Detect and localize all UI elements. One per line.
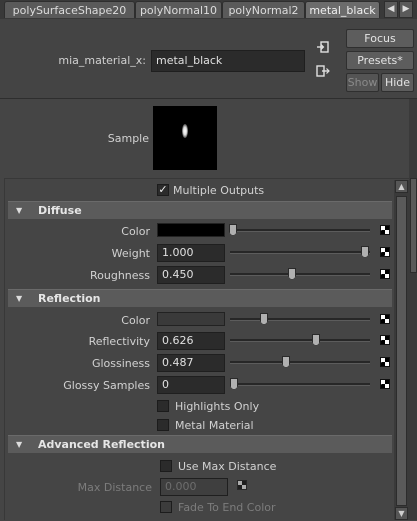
glossy-samples-field[interactable]: 0 (157, 376, 225, 394)
glossiness-label: Glossiness (91, 357, 150, 370)
outer-scrollbar[interactable] (409, 99, 417, 520)
glossiness-slider[interactable] (230, 361, 370, 364)
tab-polynormal2[interactable]: polyNormal2 (222, 1, 305, 18)
metal-material-checkbox[interactable] (157, 419, 169, 431)
glossy-samples-slider[interactable] (230, 383, 370, 386)
tab-polynormal10[interactable]: polyNormal10 (135, 1, 222, 18)
diffuse-weight-label: Weight (111, 247, 150, 260)
reflectivity-field[interactable]: 0.626 (157, 332, 225, 350)
diffuse-color-map-icon[interactable] (380, 225, 390, 235)
diffuse-color-swatch[interactable] (157, 223, 225, 237)
diffuse-color-label: Color (121, 225, 150, 238)
diffuse-roughness-label: Roughness (89, 269, 150, 282)
hide-button[interactable]: Hide (381, 73, 414, 92)
reflectivity-map-icon[interactable] (380, 335, 390, 345)
sample-swatch[interactable] (153, 106, 217, 170)
tab-polysurfaceshape20[interactable]: polySurfaceShape20 (4, 1, 135, 18)
tab-bar: polySurfaceShape20 polyNormal10 polyNorm… (0, 0, 417, 19)
multiple-outputs-label: Multiple Outputs (173, 184, 265, 197)
metal-material-label: Metal Material (175, 419, 254, 432)
use-max-distance-checkbox[interactable] (160, 460, 172, 472)
inner-scroll-up-icon[interactable]: ▲ (395, 180, 408, 193)
diffuse-weight-map-icon[interactable] (380, 247, 390, 257)
inner-scroll-thumb[interactable] (396, 196, 407, 506)
collapse-icon: ▼ (16, 294, 23, 303)
glossy-samples-label: Glossy Samples (63, 379, 150, 392)
inner-scroll-down-icon[interactable]: ▼ (395, 507, 408, 520)
tab-scroll-right-icon[interactable]: ▶ (399, 1, 413, 18)
reflection-color-label: Color (121, 314, 150, 327)
diffuse-roughness-slider[interactable] (230, 273, 370, 276)
tab-metal-black[interactable]: metal_black (305, 1, 380, 18)
glossiness-field[interactable]: 0.487 (157, 354, 225, 372)
reflectivity-slider[interactable] (230, 339, 370, 342)
tab-scroll-left-icon[interactable]: ◀ (384, 1, 398, 18)
node-type-label: mia_material_x: (58, 54, 146, 67)
presets-button[interactable]: Presets* (346, 51, 414, 70)
glossiness-map-icon[interactable] (380, 357, 390, 367)
input-connection-icon[interactable] (316, 40, 330, 54)
diffuse-roughness-map-icon[interactable] (380, 269, 390, 279)
reflectivity-label: Reflectivity (88, 335, 150, 348)
sample-highlight (182, 124, 188, 138)
fade-to-end-color-checkbox[interactable] (160, 501, 172, 513)
show-button[interactable]: Show (346, 73, 379, 92)
use-max-distance-label: Use Max Distance (178, 460, 277, 473)
reflection-section-title: Reflection (38, 292, 101, 305)
diffuse-weight-slider[interactable] (230, 251, 370, 254)
max-distance-field[interactable]: 0.000 (160, 478, 228, 496)
diffuse-weight-field[interactable]: 1.000 (157, 244, 225, 262)
highlights-only-label: Highlights Only (175, 400, 260, 413)
focus-button[interactable]: Focus (346, 29, 414, 48)
diffuse-roughness-field[interactable]: 0.450 (157, 266, 225, 284)
reflection-color-swatch[interactable] (157, 312, 225, 326)
collapse-icon: ▼ (16, 206, 23, 215)
fade-to-end-color-label: Fade To End Color (178, 501, 276, 514)
advanced-reflection-section-title: Advanced Reflection (38, 438, 165, 451)
diffuse-color-slider[interactable] (230, 229, 370, 232)
collapse-icon: ▼ (16, 440, 23, 449)
node-name-field[interactable]: metal_black (151, 50, 305, 72)
diffuse-section-title: Diffuse (38, 204, 82, 217)
highlights-only-checkbox[interactable] (157, 400, 169, 412)
max-distance-label: Max Distance (77, 481, 152, 494)
diffuse-section-header[interactable]: ▼ Diffuse (8, 201, 392, 219)
output-connection-icon[interactable] (316, 64, 330, 78)
reflection-color-map-icon[interactable] (380, 314, 390, 324)
max-distance-map-icon[interactable] (237, 480, 247, 490)
multiple-outputs-checkbox[interactable]: ✓ (157, 184, 169, 196)
sample-label: Sample (107, 132, 149, 145)
outer-scroll-thumb[interactable] (410, 178, 417, 273)
advanced-reflection-section-header[interactable]: ▼ Advanced Reflection (8, 435, 392, 453)
reflection-section-header[interactable]: ▼ Reflection (8, 289, 392, 307)
reflection-color-slider[interactable] (230, 318, 370, 321)
glossy-samples-map-icon[interactable] (380, 379, 390, 389)
